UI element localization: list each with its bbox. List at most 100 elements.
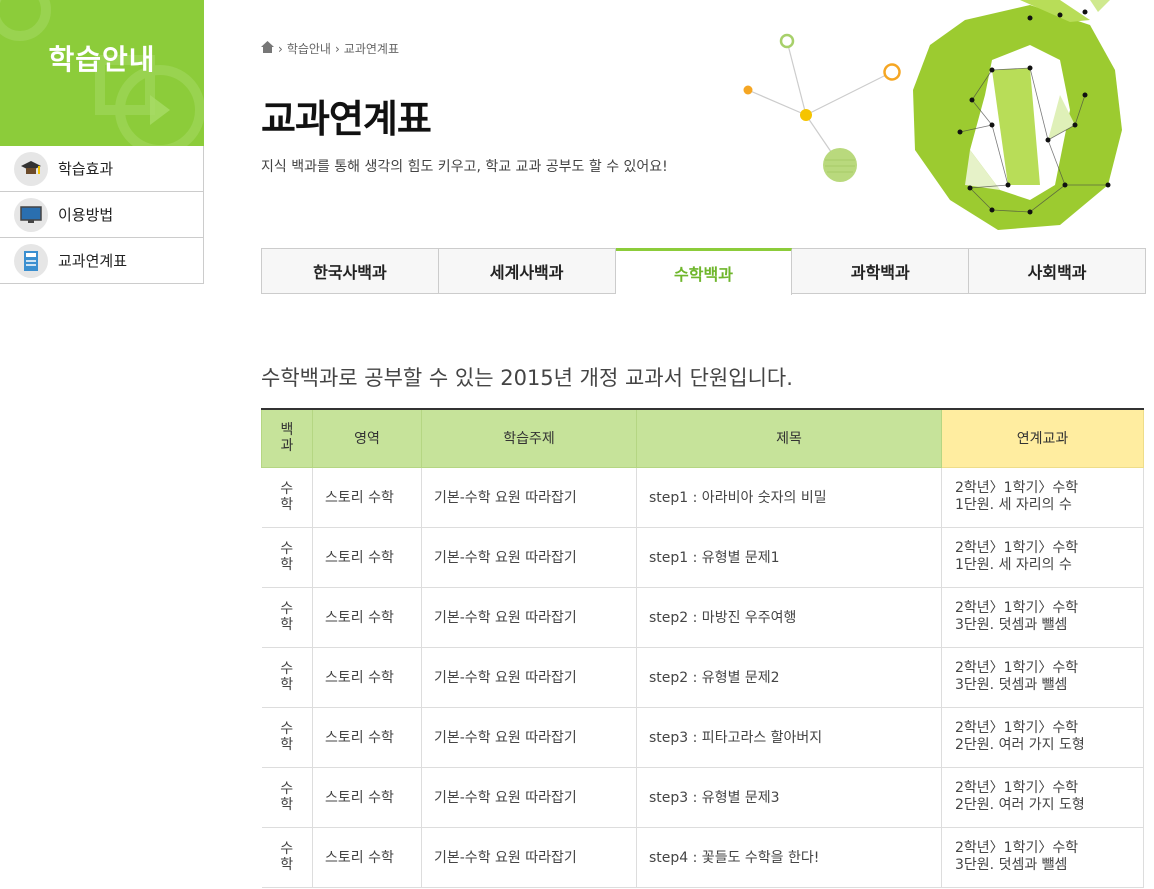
- header-topic: 학습주제: [421, 409, 637, 468]
- cell-area: 스토리 수학: [312, 646, 422, 708]
- sidebar-item-label: 이용방법: [58, 206, 114, 224]
- cell-topic: 기본-수학 요원 따라잡기: [421, 586, 637, 648]
- linked-grade: 2학년〉1학기〉수학: [955, 540, 1079, 556]
- table-row: 수 학 스토리 수학 기본-수학 요원 따라잡기 step4 : 꽃들도 수학을 한다!…: [261, 826, 1144, 888]
- sidebar-header: 학습안내: [0, 0, 204, 146]
- linked-unit: 3단원. 덧셈과 뺄셈: [955, 677, 1068, 693]
- cell-category: 수학: [261, 646, 313, 708]
- breadcrumb-item[interactable]: 교과연계표: [344, 40, 399, 57]
- cell-title[interactable]: step1 : 아라비아 숫자의 비밀: [636, 466, 942, 528]
- linked-grade: 2학년〉1학기〉수학: [955, 720, 1079, 736]
- stacked-label: 수학: [280, 541, 294, 573]
- cell-category: 수학: [261, 466, 313, 528]
- cell-topic: 기본-수학 요원 따라잡기: [421, 766, 637, 828]
- tab-math[interactable]: 수학백과: [615, 248, 793, 295]
- tab-world-history[interactable]: 세계사백과: [439, 249, 616, 293]
- table-row: 수 학 스토리 수학 기본-수학 요원 따라잡기 step3 : 유형별 문제3 2학년〉…: [261, 766, 1144, 828]
- table-row: 수 학 스토리 수학 기본-수학 요원 따라잡기 step1 : 아라비아 숫자의 비밀…: [261, 466, 1144, 528]
- header-area: 영역: [312, 409, 422, 468]
- table-row: 수 학 스토리 수학 기본-수학 요원 따라잡기 step2 : 유형별 문제2 2학년〉…: [261, 646, 1144, 708]
- cell-linked-subject: 2학년〉1학기〉수학 2단원. 여러 가지 도형: [941, 706, 1144, 768]
- cell-category: 수학: [261, 706, 313, 768]
- breadcrumb-item[interactable]: 학습안내: [287, 40, 331, 57]
- table-row: 수 학 스토리 수학 기본-수학 요원 따라잡기 step3 : 피타고라스 할아버지 2…: [261, 706, 1144, 768]
- cell-category: 수학: [261, 766, 313, 828]
- table-row: 수 학 스토리 수학 기본-수학 요원 따라잡기 step2 : 마방진 우주여행 2학년…: [261, 586, 1144, 648]
- cell-area: 스토리 수학: [312, 526, 422, 588]
- cell-topic: 기본-수학 요원 따라잡기: [421, 646, 637, 708]
- tab-science[interactable]: 과학백과: [792, 249, 970, 293]
- hero-illustration-icon: [743, 0, 1122, 230]
- linked-grade: 2학년〉1학기〉수학: [955, 660, 1079, 676]
- cell-topic: 기본-수학 요원 따라잡기: [421, 526, 637, 588]
- page-subtitle: 지식 백과를 통해 생각의 힘도 키우고, 학교 교과 공부도 할 수 있어요!: [261, 159, 668, 175]
- cell-title[interactable]: step2 : 마방진 우주여행: [636, 586, 942, 648]
- linked-unit: 1단원. 세 자리의 수: [955, 497, 1072, 513]
- book-icon: [14, 243, 48, 278]
- table-body: 수 학 스토리 수학 기본-수학 요원 따라잡기 step1 : 아라비아 숫자의 비밀…: [261, 466, 1144, 888]
- sidebar-item-label: 교과연계표: [58, 252, 128, 270]
- linked-grade: 2학년〉1학기〉수학: [955, 480, 1079, 496]
- header-title: 제목: [636, 409, 942, 468]
- stacked-label: 수학: [280, 661, 294, 693]
- cell-title[interactable]: step3 : 피타고라스 할아버지: [636, 706, 942, 768]
- stacked-label: 백과: [280, 422, 294, 455]
- cell-title[interactable]: step2 : 유형별 문제2: [636, 646, 942, 708]
- cell-area: 스토리 수학: [312, 586, 422, 648]
- linked-unit: 3단원. 덧셈과 뺄셈: [955, 857, 1068, 873]
- tab-korean-history[interactable]: 한국사백과: [262, 249, 439, 293]
- cell-linked-subject: 2학년〉1학기〉수학 1단원. 세 자리의 수: [941, 466, 1144, 528]
- sidebar: 학습안내 학습효과 이용방법 교과연계표: [0, 0, 204, 284]
- sidebar-title: 학습안내: [48, 43, 156, 76]
- table-row: 수 학 스토리 수학 기본-수학 요원 따라잡기 step1 : 유형별 문제1 2학년〉…: [261, 526, 1144, 588]
- stacked-label: 수학: [280, 841, 294, 873]
- stacked-label: 수학: [280, 721, 294, 753]
- curriculum-table: 백과 영역 학습주제 제목 연계교과 수 학 스토리 수학 기본-수학 요원 따라잡기…: [261, 408, 1146, 888]
- breadcrumb: › 학습안내 › 교과연계표: [261, 40, 399, 57]
- sidebar-item-how-to-use[interactable]: 이용방법: [0, 192, 203, 238]
- home-icon[interactable]: [261, 41, 274, 56]
- cell-topic: 기본-수학 요원 따라잡기: [421, 466, 637, 528]
- page-title: 교과연계표: [261, 97, 432, 141]
- monitor-icon: [14, 197, 48, 232]
- linked-unit: 2단원. 여러 가지 도형: [955, 737, 1085, 753]
- cell-area: 스토리 수학: [312, 706, 422, 768]
- cell-category: 수학: [261, 526, 313, 588]
- stacked-label: 수학: [280, 481, 294, 513]
- linked-grade: 2학년〉1학기〉수학: [955, 840, 1079, 856]
- cell-category: 수학: [261, 586, 313, 648]
- cell-title[interactable]: step3 : 유형별 문제3: [636, 766, 942, 828]
- sidebar-item-learning-effect[interactable]: 학습효과: [0, 146, 203, 192]
- linked-unit: 3단원. 덧셈과 뺄셈: [955, 617, 1068, 633]
- encyclopedia-tabs: 한국사백과 세계사백과 수학백과 과학백과 사회백과: [261, 248, 1146, 295]
- cell-category: 수학: [261, 826, 313, 888]
- header-linked-subject: 연계교과: [941, 409, 1144, 468]
- stacked-label: 수학: [280, 601, 294, 633]
- cell-area: 스토리 수학: [312, 826, 422, 888]
- cell-linked-subject: 2학년〉1학기〉수학 3단원. 덧셈과 뺄셈: [941, 586, 1144, 648]
- table-header-row: 백과 영역 학습주제 제목 연계교과: [261, 409, 1144, 468]
- sidebar-item-curriculum[interactable]: 교과연계표: [0, 238, 203, 284]
- tab-social[interactable]: 사회백과: [969, 249, 1145, 293]
- sidebar-item-label: 학습효과: [58, 160, 114, 178]
- intro-text: 수학백과로 공부할 수 있는 2015년 개정 교과서 단원입니다.: [261, 366, 793, 390]
- linked-grade: 2학년〉1학기〉수학: [955, 600, 1079, 616]
- cell-topic: 기본-수학 요원 따라잡기: [421, 826, 637, 888]
- cell-area: 스토리 수학: [312, 466, 422, 528]
- cell-topic: 기본-수학 요원 따라잡기: [421, 706, 637, 768]
- graduation-cap-icon: [14, 151, 48, 186]
- cell-linked-subject: 2학년〉1학기〉수학 1단원. 세 자리의 수: [941, 526, 1144, 588]
- cell-linked-subject: 2학년〉1학기〉수학 2단원. 여러 가지 도형: [941, 766, 1144, 828]
- side-menu: 학습효과 이용방법 교과연계표: [0, 146, 204, 284]
- linked-grade: 2학년〉1학기〉수학: [955, 780, 1079, 796]
- chevron-right-icon: ›: [334, 41, 340, 56]
- header-category: 백과: [261, 409, 313, 468]
- stacked-label: 수학: [280, 781, 294, 813]
- linked-unit: 2단원. 여러 가지 도형: [955, 797, 1085, 813]
- linked-unit: 1단원. 세 자리의 수: [955, 557, 1072, 573]
- chevron-right-icon: ›: [278, 41, 283, 56]
- cell-title[interactable]: step1 : 유형별 문제1: [636, 526, 942, 588]
- cell-linked-subject: 2학년〉1학기〉수학 3단원. 덧셈과 뺄셈: [941, 826, 1144, 888]
- cell-title[interactable]: step4 : 꽃들도 수학을 한다!: [636, 826, 942, 888]
- cell-linked-subject: 2학년〉1학기〉수학 3단원. 덧셈과 뺄셈: [941, 646, 1144, 708]
